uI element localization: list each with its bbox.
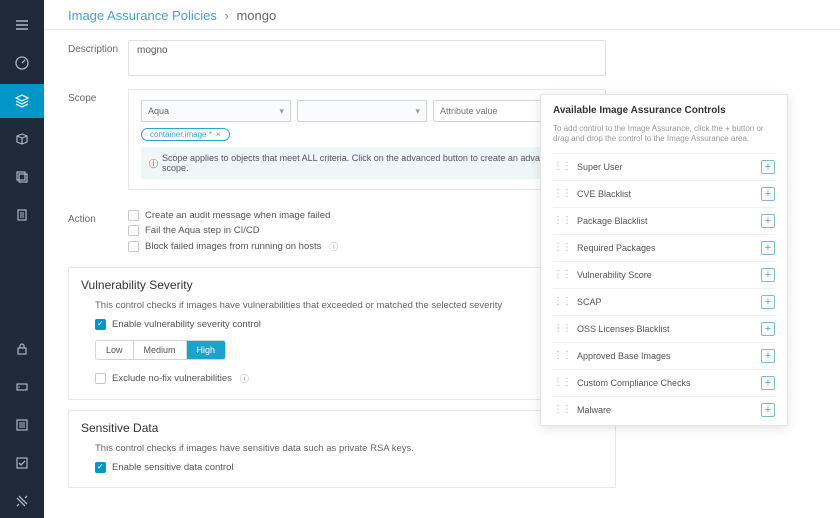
help-icon[interactable]: ⓘ bbox=[240, 372, 249, 385]
sensitive-enable-checkbox[interactable] bbox=[95, 462, 106, 473]
box-icon[interactable] bbox=[0, 122, 44, 156]
panel-title: Available Image Assurance Controls bbox=[553, 105, 775, 116]
add-button[interactable]: + bbox=[761, 241, 775, 255]
add-button[interactable]: + bbox=[761, 376, 775, 390]
description-input[interactable]: mogno bbox=[128, 40, 606, 76]
drag-icon[interactable]: ⋮⋮ bbox=[553, 269, 571, 280]
breadcrumb-root[interactable]: Image Assurance Policies bbox=[68, 8, 217, 23]
copy-icon[interactable] bbox=[0, 160, 44, 194]
lock-icon[interactable] bbox=[0, 332, 44, 366]
drag-icon[interactable]: ⋮⋮ bbox=[553, 161, 571, 172]
control-label: Required Packages bbox=[577, 243, 656, 253]
action-checkbox-audit[interactable] bbox=[128, 210, 139, 221]
available-controls-panel: Available Image Assurance Controls To ad… bbox=[540, 94, 788, 426]
control-label: CVE Blacklist bbox=[577, 189, 631, 199]
menu-icon[interactable] bbox=[0, 8, 44, 42]
chevron-down-icon: ▾ bbox=[279, 106, 284, 117]
control-item[interactable]: ⋮⋮ Malware + bbox=[553, 396, 775, 423]
add-button[interactable]: + bbox=[761, 295, 775, 309]
drag-icon[interactable]: ⋮⋮ bbox=[553, 404, 571, 415]
add-button[interactable]: + bbox=[761, 322, 775, 336]
action-checkbox-fail[interactable] bbox=[128, 225, 139, 236]
drag-icon[interactable]: ⋮⋮ bbox=[553, 242, 571, 253]
control-label: Custom Compliance Checks bbox=[577, 378, 691, 388]
action-label: Action bbox=[68, 210, 128, 257]
help-icon[interactable]: ⓘ bbox=[329, 240, 338, 253]
control-item[interactable]: ⋮⋮ Vulnerability Score + bbox=[553, 261, 775, 288]
scope-chip[interactable]: container.image *× bbox=[141, 128, 230, 141]
control-item[interactable]: ⋮⋮ Approved Base Images + bbox=[553, 342, 775, 369]
close-icon[interactable]: × bbox=[216, 130, 221, 139]
list-icon[interactable] bbox=[0, 408, 44, 442]
control-item[interactable]: ⋮⋮ CVE Blacklist + bbox=[553, 180, 775, 207]
control-label: Super User bbox=[577, 162, 623, 172]
control-label: Package Blacklist bbox=[577, 216, 648, 226]
sensitive-section-title: Sensitive Data bbox=[81, 421, 603, 435]
add-button[interactable]: + bbox=[761, 403, 775, 417]
layers-icon[interactable] bbox=[0, 84, 44, 118]
check-icon[interactable] bbox=[0, 446, 44, 480]
add-button[interactable]: + bbox=[761, 214, 775, 228]
info-icon: ⓘ bbox=[149, 157, 158, 170]
server-icon[interactable] bbox=[0, 370, 44, 404]
dashboard-icon[interactable] bbox=[0, 46, 44, 80]
control-label: SCAP bbox=[577, 297, 602, 307]
breadcrumb: Image Assurance Policies › mongo bbox=[44, 0, 840, 30]
breadcrumb-leaf: mongo bbox=[236, 8, 276, 23]
action-checkbox-block[interactable] bbox=[128, 241, 139, 252]
sensitive-section-desc: This control checks if images have sensi… bbox=[95, 443, 603, 454]
severity-low[interactable]: Low bbox=[96, 341, 134, 359]
drag-icon[interactable]: ⋮⋮ bbox=[553, 188, 571, 199]
scope-select-2[interactable]: ▾ bbox=[297, 100, 427, 122]
add-button[interactable]: + bbox=[761, 268, 775, 282]
vuln-enable-checkbox[interactable] bbox=[95, 319, 106, 330]
panel-hint: To add control to the Image Assurance, c… bbox=[553, 124, 775, 145]
control-label: OSS Licenses Blacklist bbox=[577, 324, 670, 334]
scope-label: Scope bbox=[68, 89, 128, 200]
clipboard-icon[interactable] bbox=[0, 198, 44, 232]
vuln-section-title: Vulnerability Severity bbox=[81, 278, 603, 292]
vuln-section-desc: This control checks if images have vulne… bbox=[95, 300, 603, 311]
drag-icon[interactable]: ⋮⋮ bbox=[553, 296, 571, 307]
chevron-right-icon: › bbox=[224, 8, 228, 23]
control-label: Approved Base Images bbox=[577, 351, 671, 361]
exclude-nofix-checkbox[interactable] bbox=[95, 373, 106, 384]
control-label: Malware bbox=[577, 405, 611, 415]
control-item[interactable]: ⋮⋮ Custom Compliance Checks + bbox=[553, 369, 775, 396]
drag-icon[interactable]: ⋮⋮ bbox=[553, 377, 571, 388]
control-item[interactable]: ⋮⋮ Package Blacklist + bbox=[553, 207, 775, 234]
drag-icon[interactable]: ⋮⋮ bbox=[553, 215, 571, 226]
severity-high[interactable]: High bbox=[187, 341, 226, 359]
control-item[interactable]: ⋮⋮ Required Packages + bbox=[553, 234, 775, 261]
control-label: Vulnerability Score bbox=[577, 270, 652, 280]
add-button[interactable]: + bbox=[761, 187, 775, 201]
settings-icon[interactable] bbox=[0, 484, 44, 518]
scope-select-1[interactable]: Aqua▾ bbox=[141, 100, 291, 122]
control-item[interactable]: ⋮⋮ Super User + bbox=[553, 153, 775, 180]
sidebar bbox=[0, 0, 44, 518]
severity-medium[interactable]: Medium bbox=[134, 341, 187, 359]
drag-icon[interactable]: ⋮⋮ bbox=[553, 350, 571, 361]
drag-icon[interactable]: ⋮⋮ bbox=[553, 323, 571, 334]
chevron-down-icon: ▾ bbox=[415, 106, 420, 117]
control-item[interactable]: ⋮⋮ SCAP + bbox=[553, 288, 775, 315]
scope-note: ⓘ Scope applies to objects that meet ALL… bbox=[141, 147, 593, 179]
description-label: Description bbox=[68, 40, 128, 79]
severity-segment: Low Medium High bbox=[95, 340, 226, 360]
control-item[interactable]: ⋮⋮ OSS Licenses Blacklist + bbox=[553, 315, 775, 342]
add-button[interactable]: + bbox=[761, 160, 775, 174]
add-button[interactable]: + bbox=[761, 349, 775, 363]
